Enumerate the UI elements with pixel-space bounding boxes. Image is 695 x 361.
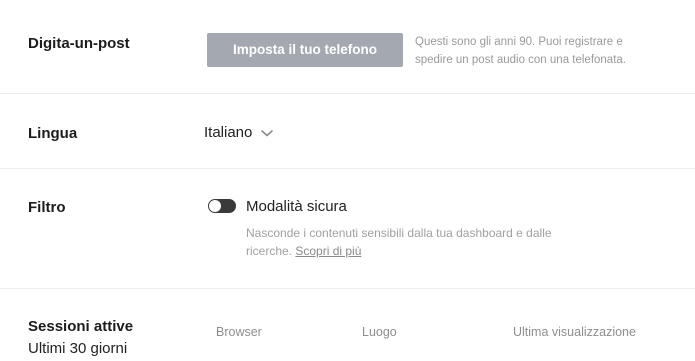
filter-description-prefix: ricerche. [246, 244, 293, 258]
filter-label: Filtro [28, 199, 66, 216]
safe-mode-toggle[interactable] [208, 199, 236, 213]
post-by-phone-description-line2: spedire un post audio con una telefonata… [415, 54, 626, 66]
filter-description-line1: Nasconde i contenuti sensibili dalla tua… [246, 226, 552, 240]
setup-phone-button[interactable]: Imposta il tuo telefono [207, 33, 403, 67]
divider [0, 93, 695, 94]
language-label: Lingua [28, 125, 78, 142]
post-by-phone-description: Questi sono gli anni 90. Puoi registrare… [415, 33, 695, 69]
divider [0, 168, 695, 169]
sessions-sublabel: Ultimi 30 giorni [28, 340, 128, 357]
language-select[interactable]: Italiano [204, 124, 274, 141]
safe-mode-label: Modalità sicura [246, 198, 347, 215]
column-header-last-seen: Ultima visualizzazione [513, 325, 636, 339]
sessions-label: Sessioni attive [28, 318, 134, 335]
post-by-phone-label: Digita-un-post [28, 35, 130, 52]
learn-more-link[interactable]: Scopri di più [295, 244, 361, 258]
filter-description-line2: ricerche. Scopri di più [246, 242, 666, 260]
filter-description: Nasconde i contenuti sensibili dalla tua… [246, 224, 666, 260]
chevron-down-icon [261, 129, 274, 136]
divider [0, 288, 695, 289]
column-header-browser: Browser [216, 325, 262, 339]
column-header-location: Luogo [362, 325, 397, 339]
post-by-phone-description-line1: Questi sono gli anni 90. Puoi registrare… [415, 36, 623, 48]
toggle-knob [209, 200, 221, 212]
language-selected-value: Italiano [204, 124, 253, 141]
